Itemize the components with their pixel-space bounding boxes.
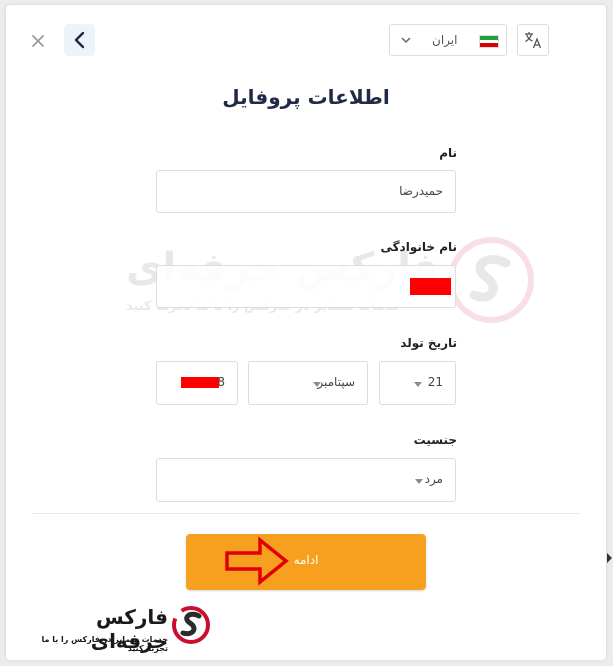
gender-select[interactable]: مرد [156,458,456,502]
first-name-label: نام [439,146,457,160]
language-button[interactable] [517,24,549,56]
close-icon [32,35,44,47]
brand-logo: فارکس حرفه‌ای خدمات متمایز در فارکس را ب… [20,601,210,653]
scroll-handle[interactable] [607,553,612,563]
close-button[interactable] [28,31,48,51]
chevron-down-icon [401,37,411,44]
dropdown-arrow-icon [415,479,423,484]
birth-day-value: 21 [427,375,443,389]
last-name-label: نام خانوادگی [380,240,457,254]
annotation-arrow-icon [225,536,289,586]
dropdown-arrow-icon [414,382,422,387]
profile-card: ایران اطلاعات پروفایل فارکس حرفه‌ای خدما… [6,5,606,660]
first-name-input[interactable]: حمیدرضا [156,170,456,213]
redaction-block [181,377,219,388]
back-button[interactable] [64,24,95,56]
birth-day-select[interactable]: 21 [379,361,456,405]
first-name-value: حمیدرضا [399,184,443,198]
continue-button-label: ادامه [293,553,319,567]
country-select[interactable]: ایران [389,24,507,56]
iran-flag-icon [479,35,499,48]
birth-year-input[interactable]: 8 [156,361,238,405]
watermark-logo-icon [448,237,534,323]
page-title: اطلاعات پروفایل [222,85,390,109]
last-name-input[interactable] [156,265,456,308]
redaction-block [410,278,451,295]
dropdown-arrow-icon [313,382,321,387]
gender-label: جنسیت [413,433,457,447]
chevron-left-icon [74,31,84,49]
country-name: ایران [432,33,458,47]
continue-button[interactable]: ادامه [186,534,426,590]
translate-icon [525,32,542,49]
gender-value: مرد [424,472,443,486]
brand-tagline: خدمات متمایز در فارکس را با ما تجربه کنی… [41,635,169,653]
birth-month-select[interactable]: سپتامبر [248,361,368,405]
divider [32,513,580,514]
birth-date-label: تاریخ تولد [400,336,457,350]
brand-logo-icon [172,606,210,644]
birth-month-value: سپتامبر [317,375,355,389]
